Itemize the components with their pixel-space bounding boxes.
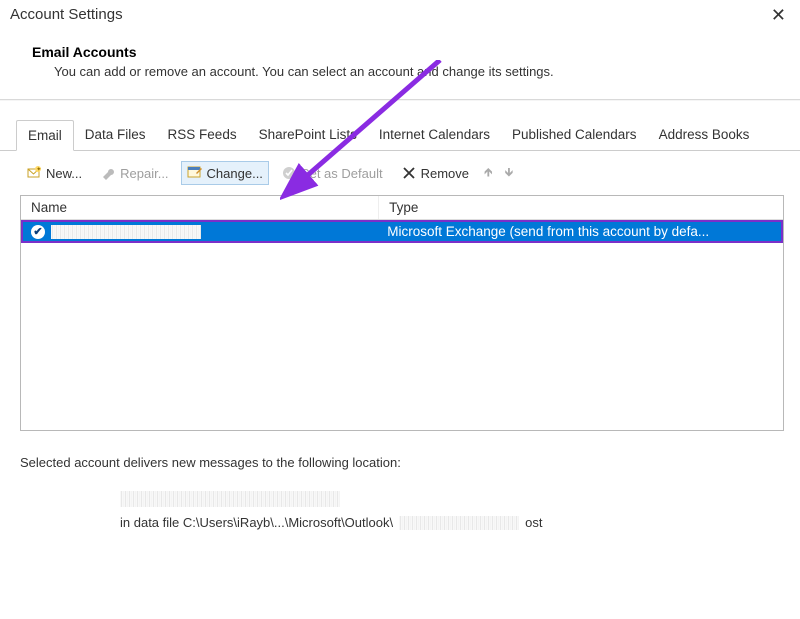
new-label: New... bbox=[46, 166, 82, 181]
tab-strip: Email Data Files RSS Feeds SharePoint Li… bbox=[0, 111, 800, 151]
change-label: Change... bbox=[207, 166, 263, 181]
set-default-label: Set as Default bbox=[301, 166, 383, 181]
column-header-type[interactable]: Type bbox=[379, 196, 783, 219]
data-file-path-prefix: in data file C:\Users\iRayb\...\Microsof… bbox=[120, 511, 393, 536]
remove-button[interactable]: Remove bbox=[395, 161, 475, 185]
delivery-location-intro: Selected account delivers new messages t… bbox=[20, 455, 780, 470]
tab-email[interactable]: Email bbox=[16, 120, 74, 151]
window-title: Account Settings bbox=[10, 6, 123, 23]
close-button[interactable]: ✕ bbox=[767, 6, 790, 24]
column-header-name[interactable]: Name bbox=[21, 196, 379, 219]
repair-label: Repair... bbox=[120, 166, 168, 181]
redacted-account-name bbox=[51, 225, 201, 239]
svg-text:✦: ✦ bbox=[36, 166, 41, 173]
cell-account-name: ✔ bbox=[23, 223, 379, 241]
tab-rss-feeds[interactable]: RSS Feeds bbox=[157, 120, 248, 151]
change-icon bbox=[187, 165, 203, 181]
default-account-icon: ✔ bbox=[31, 225, 45, 239]
tab-address-books[interactable]: Address Books bbox=[648, 120, 761, 151]
new-icon: ✦ bbox=[26, 165, 42, 181]
page-title: Email Accounts bbox=[32, 44, 788, 60]
new-button[interactable]: ✦ New... bbox=[20, 161, 88, 185]
set-default-button: Set as Default bbox=[275, 161, 389, 185]
table-row[interactable]: ✔ Microsoft Exchange (send from this acc… bbox=[21, 220, 783, 243]
tab-published-calendars[interactable]: Published Calendars bbox=[501, 120, 648, 151]
change-button[interactable]: Change... bbox=[181, 161, 269, 185]
tab-sharepoint-lists[interactable]: SharePoint Lists bbox=[248, 120, 368, 151]
redacted-folder-name bbox=[120, 491, 340, 507]
accounts-table: Name Type ✔ Microsoft Exchange (send fro… bbox=[20, 195, 784, 431]
cell-account-type: Microsoft Exchange (send from this accou… bbox=[379, 222, 781, 241]
data-file-path-suffix: ost bbox=[525, 511, 542, 536]
remove-label: Remove bbox=[421, 166, 469, 181]
tab-internet-calendars[interactable]: Internet Calendars bbox=[368, 120, 501, 151]
move-down-button: 🡻 bbox=[502, 163, 517, 184]
checkmark-icon bbox=[281, 165, 297, 181]
page-subtitle: You can add or remove an account. You ca… bbox=[32, 64, 788, 79]
move-up-button: 🡹 bbox=[481, 163, 496, 184]
remove-icon bbox=[401, 165, 417, 181]
toolbar: ✦ New... Repair... Change... Set as Defa… bbox=[0, 153, 800, 193]
repair-icon bbox=[100, 165, 116, 181]
repair-button: Repair... bbox=[94, 161, 174, 185]
tab-data-files[interactable]: Data Files bbox=[74, 120, 157, 151]
redacted-file-name bbox=[399, 516, 519, 530]
